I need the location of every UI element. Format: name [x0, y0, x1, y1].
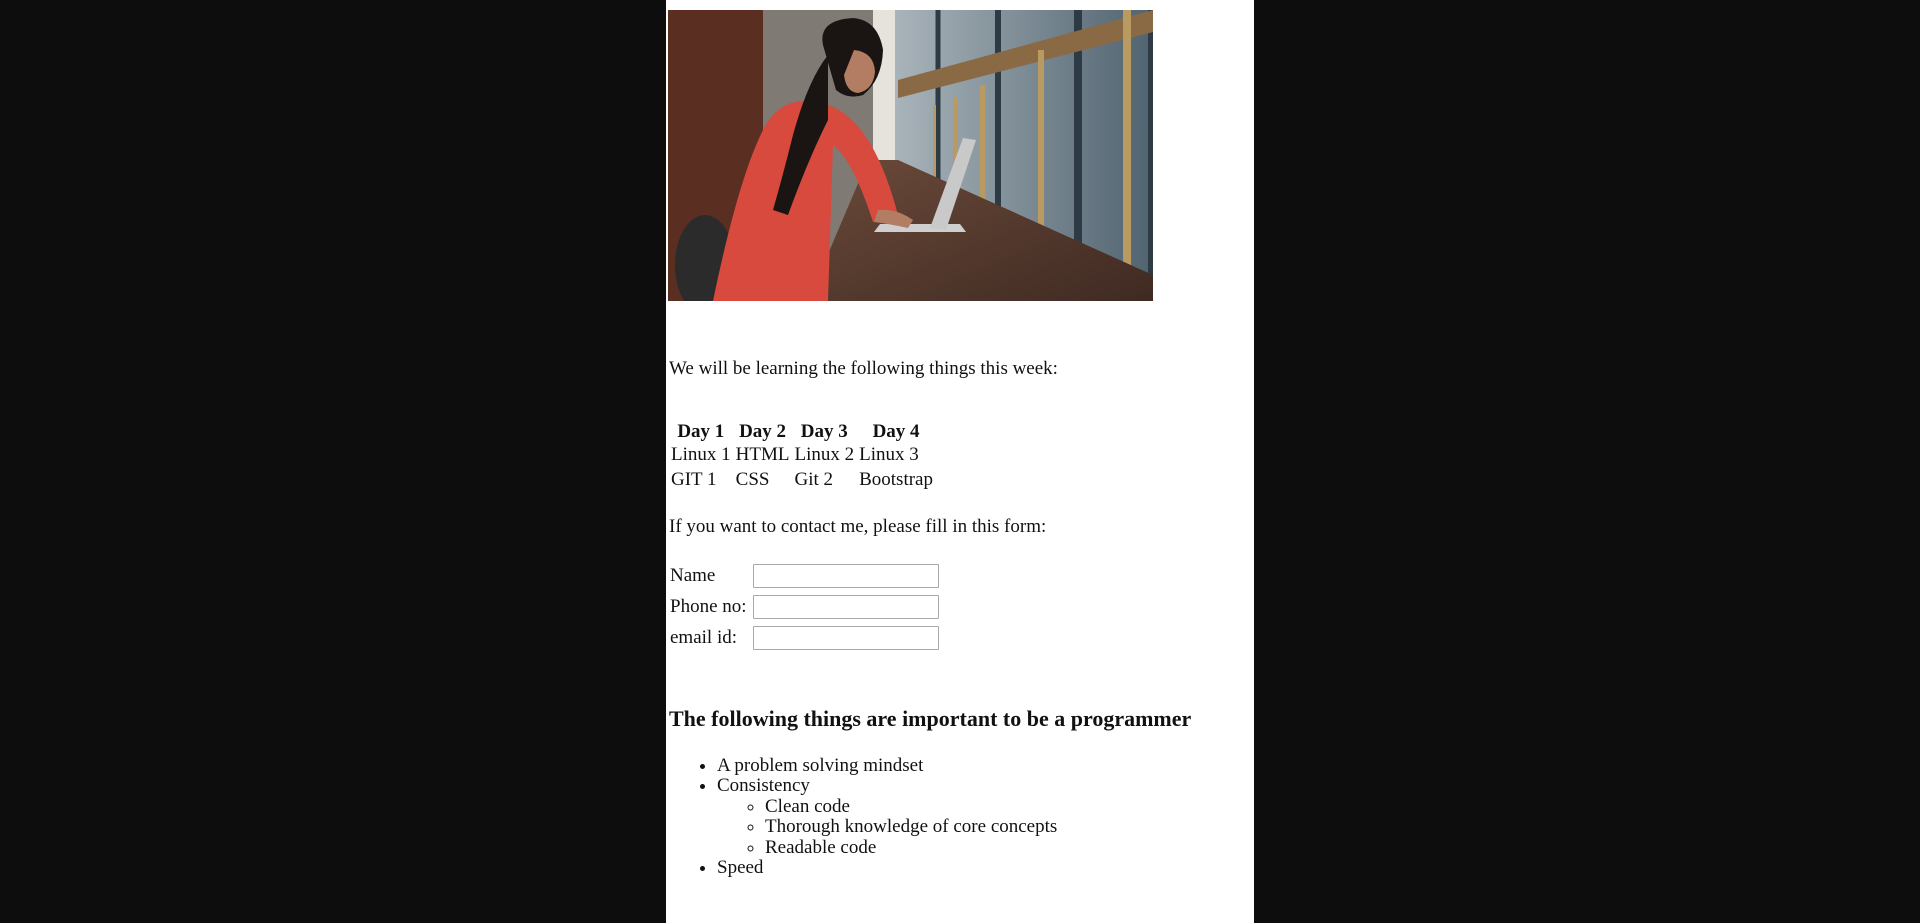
schedule-row: GIT 1 CSS Git 2 Bootstrap: [670, 469, 934, 493]
phone-input[interactable]: [752, 595, 939, 619]
skills-heading: The following things are important to be…: [669, 706, 1192, 731]
name-label: Name: [670, 564, 716, 586]
schedule-header-cell: Day 1: [677, 421, 725, 442]
browser-viewport: We will be learning the following things…: [0, 0, 1920, 923]
email-label: email id:: [670, 626, 738, 648]
intro-text: We will be learning the following things…: [669, 358, 1058, 379]
sub-list-item: Clean code: [765, 796, 1057, 817]
schedule-header-row: Day 1 Day 2 Day 3 Day 4: [670, 421, 934, 443]
name-input[interactable]: [752, 564, 939, 588]
schedule-cell: Linux 3: [859, 444, 919, 466]
list-item: Speed: [717, 857, 1057, 878]
list-item-label: Consistency: [717, 775, 810, 797]
schedule-header-cell: Day 3: [800, 421, 848, 442]
schedule-cell: HTML: [735, 444, 790, 466]
list-item: A problem solving mindset: [717, 755, 1057, 776]
schedule-cell: Git 2: [794, 469, 833, 491]
sub-list-item: Thorough knowledge of core concepts: [765, 816, 1057, 837]
email-input[interactable]: [752, 626, 939, 650]
list-item: Consistency Clean code Thorough knowledg…: [717, 776, 1057, 858]
hero-photo: [668, 10, 1153, 301]
schedule-cell: Bootstrap: [859, 469, 933, 491]
schedule-cell: Linux 2: [794, 444, 855, 466]
schedule-cell: GIT 1: [671, 469, 717, 491]
schedule-row: Linux 1 HTML Linux 2 Linux 3: [670, 444, 934, 468]
form-row-email: email id:: [670, 624, 942, 652]
schedule-table: Day 1 Day 2 Day 3 Day 4 Linux 1 HTML Lin…: [667, 421, 937, 494]
schedule-cell: Linux 1: [671, 444, 731, 466]
contact-form: Name Phone no: email id:: [667, 559, 945, 655]
form-row-phone: Phone no:: [670, 593, 942, 621]
sub-list-item: Readable code: [765, 837, 1057, 858]
sub-list: Clean code Thorough knowledge of core co…: [717, 796, 1057, 858]
contact-prompt: If you want to contact me, please fill i…: [669, 516, 1047, 537]
web-page: We will be learning the following things…: [666, 0, 1254, 923]
form-row-name: Name: [670, 562, 942, 590]
skills-list: A problem solving mindset Consistency Cl…: [666, 755, 1057, 878]
schedule-header-cell: Day 4: [872, 421, 920, 442]
schedule-cell: CSS: [735, 469, 770, 491]
schedule-header-cell: Day 2: [739, 421, 787, 442]
phone-label: Phone no:: [670, 595, 747, 617]
